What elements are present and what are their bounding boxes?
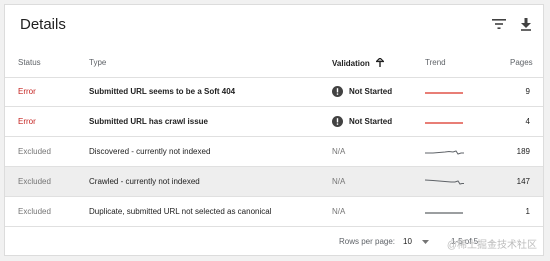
alert-icon: [332, 116, 343, 127]
trend-sparkline: [425, 77, 465, 106]
column-validation[interactable]: Validation: [332, 57, 385, 70]
column-type[interactable]: Type: [89, 58, 106, 68]
rows-per-page-select[interactable]: 10: [403, 237, 429, 247]
dropdown-arrow-icon: [421, 237, 429, 247]
pages-count: 147: [516, 176, 530, 186]
trend-sparkline: [425, 137, 465, 166]
table-row[interactable]: Excluded Crawled - currently not indexed…: [5, 167, 543, 197]
table-row[interactable]: Excluded Duplicate, submitted URL not se…: [5, 197, 543, 227]
validation-status: N/A: [332, 206, 346, 216]
validation-status: N/A: [332, 146, 346, 156]
issue-type: Submitted URL has crawl issue: [89, 116, 208, 126]
pages-count: 4: [525, 116, 530, 126]
validation-status: N/A: [332, 176, 346, 186]
pages-count: 1: [525, 206, 530, 216]
issue-type: Duplicate, submitted URL not selected as…: [89, 206, 272, 216]
column-trend[interactable]: Trend: [425, 58, 446, 68]
status-badge: Excluded: [18, 146, 51, 156]
table-header: Status Type Validation Trend Pages: [5, 49, 543, 78]
status-badge: Error: [18, 116, 36, 126]
rows-per-page-label: Rows per page:: [339, 237, 396, 246]
column-validation-label: Validation: [332, 59, 370, 68]
card-header: Details: [5, 5, 543, 43]
issue-type: Submitted URL seems to be a Soft 404: [89, 86, 236, 96]
trend-sparkline: [425, 167, 465, 196]
issue-type: Crawled - currently not indexed: [89, 176, 200, 186]
rows-per-page-value: 10: [403, 237, 412, 246]
pages-count: 9: [525, 86, 530, 96]
details-card: Details Status Type Validation Trend Pag…: [4, 4, 544, 256]
issue-type: Discovered - currently not indexed: [89, 146, 211, 156]
card-title: Details: [20, 16, 66, 33]
filter-icon[interactable]: [489, 14, 509, 34]
status-badge: Excluded: [18, 206, 51, 216]
table-row[interactable]: Error Submitted URL seems to be a Soft 4…: [5, 77, 543, 107]
table-row[interactable]: Error Submitted URL has crawl issue Not …: [5, 107, 543, 137]
status-badge: Error: [18, 86, 36, 96]
column-pages[interactable]: Pages: [510, 58, 533, 68]
status-badge: Excluded: [18, 176, 51, 186]
arrow-up-icon: [374, 57, 385, 70]
watermark: @稀土掘金技术社区: [446, 240, 537, 251]
validation-label: Not Started: [349, 86, 393, 96]
alert-icon: [332, 86, 343, 97]
validation-status: Not Started: [332, 77, 392, 106]
table-row[interactable]: Excluded Discovered - currently not inde…: [5, 137, 543, 167]
validation-label: Not Started: [349, 116, 393, 126]
trend-sparkline: [425, 197, 465, 226]
trend-sparkline: [425, 107, 465, 136]
validation-status: Not Started: [332, 107, 392, 136]
download-icon[interactable]: [516, 14, 536, 34]
pages-count: 189: [516, 146, 530, 156]
column-status[interactable]: Status: [18, 58, 41, 68]
